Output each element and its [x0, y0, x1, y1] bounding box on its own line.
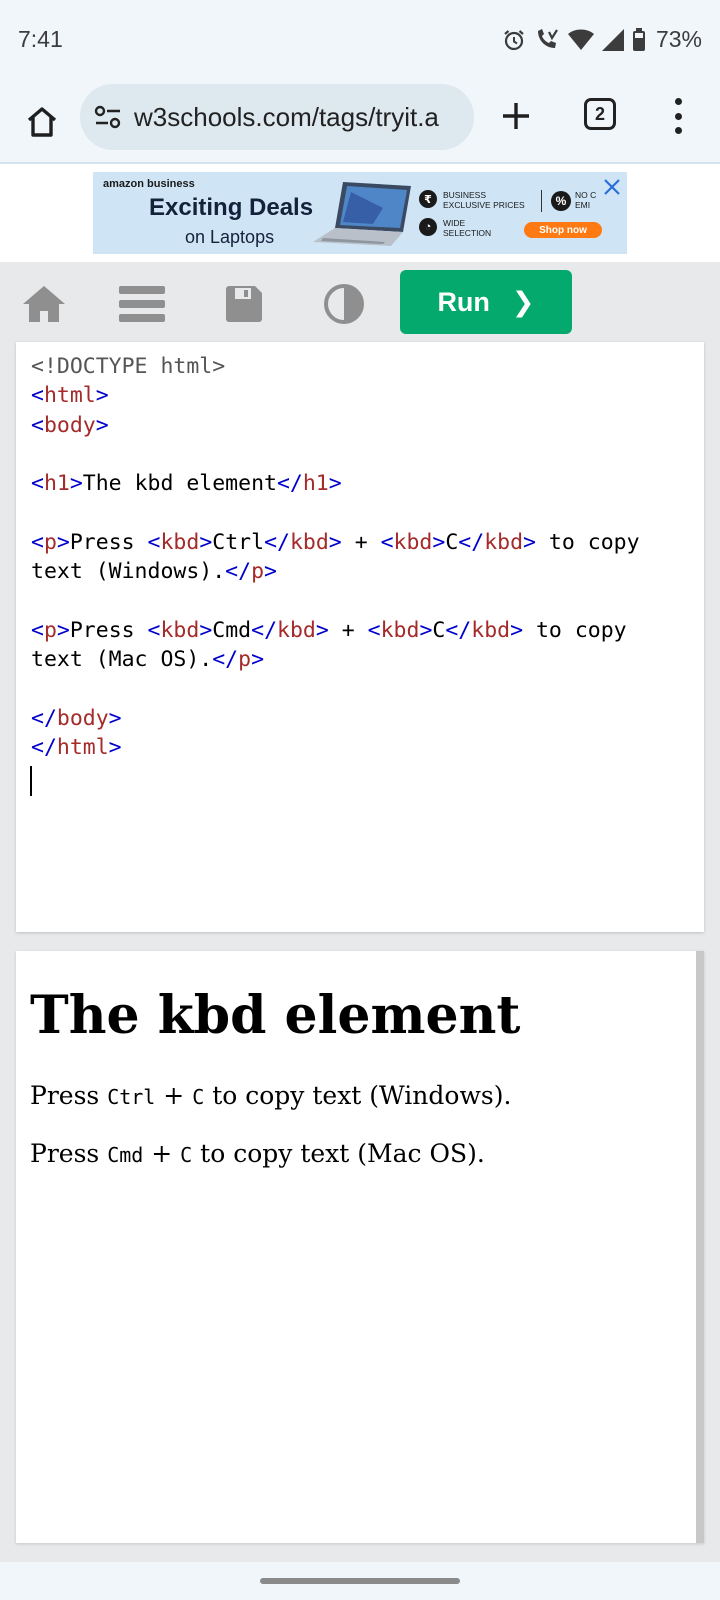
rupee-icon: ₹	[419, 190, 437, 208]
contrast-icon	[324, 284, 364, 324]
address-bar[interactable]: w3schools.com/tags/tryit.a	[80, 84, 474, 150]
ad-brand: amazon business	[103, 178, 195, 190]
kbd-c: C	[180, 1143, 193, 1167]
code-line[interactable]: <p>Press <kbd>Ctrl</kbd> + <kbd>C</kbd> …	[31, 528, 640, 557]
code-line[interactable]	[31, 586, 640, 615]
ad-feature-3-line2: EMI	[575, 200, 591, 210]
ad-close-button[interactable]	[601, 176, 623, 198]
code-line[interactable]: <p>Press <kbd>Cmd</kbd> + <kbd>C</kbd> t…	[31, 616, 640, 645]
browser-toolbar: w3schools.com/tags/tryit.a 2	[0, 84, 720, 164]
chevron-right-icon: ❯	[511, 286, 535, 317]
kbd-c: C	[192, 1085, 205, 1109]
result-text: +	[143, 1139, 181, 1168]
wifi-calling-icon	[534, 28, 560, 52]
close-icon	[604, 179, 620, 195]
alarm-icon	[502, 28, 526, 52]
home-icon	[27, 107, 57, 137]
ad-subtitle: on Laptops	[185, 227, 275, 247]
run-label: Run	[437, 286, 490, 317]
ad-shop-now-button[interactable]: Shop now	[524, 222, 602, 238]
code-line[interactable]: <!DOCTYPE html>	[31, 352, 640, 381]
result-frame: The kbd element Press Ctrl + C to copy t…	[16, 951, 704, 1543]
ad-feature-2-line2: SELECTION	[443, 228, 492, 238]
result-text: to copy text (Mac OS).	[192, 1139, 485, 1168]
run-button[interactable]: Run ❯	[400, 270, 572, 334]
status-icons: 73%	[502, 26, 702, 53]
code-line[interactable]: <h1>The kbd element</h1>	[31, 469, 640, 498]
browser-home-button[interactable]	[20, 100, 64, 144]
battery-percent: 73%	[655, 26, 702, 52]
percent-icon: %	[551, 191, 571, 211]
ad-feature-2: WIDE SELECTION	[443, 218, 491, 238]
code-line[interactable]: </html>	[31, 733, 640, 762]
code-line[interactable]	[31, 498, 640, 527]
house-icon	[23, 286, 65, 322]
ad-feature-3: NO C EMI	[575, 190, 596, 210]
browser-menu-button[interactable]	[666, 96, 690, 136]
home-gesture-handle[interactable]	[260, 1578, 460, 1584]
floppy-disk-icon	[226, 286, 262, 322]
hamburger-icon	[119, 286, 165, 322]
save-button[interactable]	[218, 278, 270, 330]
site-settings-icon[interactable]	[94, 105, 122, 129]
theme-toggle-button[interactable]	[318, 278, 370, 330]
code-text[interactable]: <!DOCTYPE html> <html> <body> <h1>The kbd …	[31, 352, 640, 762]
home-button[interactable]	[18, 278, 70, 330]
signal-icon	[601, 28, 624, 51]
result-text: Press	[30, 1081, 108, 1110]
result-paragraph-windows: Press Ctrl + C to copy text (Windows).	[30, 1081, 511, 1110]
code-line[interactable]	[31, 674, 640, 703]
gesture-nav-bar	[0, 1562, 720, 1600]
result-text: +	[155, 1081, 193, 1110]
status-bar: 7:41 73%	[0, 0, 720, 84]
code-line[interactable]	[31, 440, 640, 469]
kbd-cmd: Cmd	[107, 1143, 144, 1167]
result-paragraph-mac: Press Cmd + C to copy text (Mac OS).	[30, 1139, 485, 1168]
battery-icon	[632, 27, 646, 52]
ad-title: Exciting Deals	[149, 194, 314, 221]
selection-icon: ◔	[419, 218, 437, 236]
ad-banner[interactable]: amazon business Exciting Deals on Laptop…	[93, 172, 627, 254]
status-time: 7:41	[18, 26, 63, 52]
new-tab-button[interactable]	[496, 96, 536, 136]
menu-dot	[674, 112, 682, 120]
code-line[interactable]: <html>	[31, 381, 640, 410]
menu-dot	[674, 98, 682, 105]
plus-icon	[503, 103, 529, 129]
result-text: to copy text (Windows).	[204, 1081, 512, 1110]
result-text: Press	[30, 1139, 108, 1168]
kbd-ctrl: Ctrl	[107, 1085, 156, 1109]
result-heading: The kbd element	[30, 985, 521, 1046]
code-line[interactable]: </body>	[31, 704, 640, 733]
ad-divider	[541, 190, 542, 212]
ad-feature-1-line2: EXCLUSIVE PRICES	[443, 200, 525, 210]
ad-container: amazon business Exciting Deals on Laptop…	[0, 164, 720, 262]
ad-feature-3-line1: NO C	[575, 190, 597, 200]
tab-switcher-button[interactable]: 2	[584, 98, 616, 130]
menu-dot	[674, 127, 682, 134]
code-line[interactable]: <body>	[31, 411, 640, 440]
ad-feature-1-line1: BUSINESS	[443, 190, 486, 200]
url-text[interactable]: w3schools.com/tags/tryit.a	[134, 102, 439, 133]
menu-button[interactable]	[116, 278, 168, 330]
code-editor[interactable]: <!DOCTYPE html> <html> <body> <h1>The kbd …	[16, 342, 704, 932]
ad-feature-1: BUSINESS EXCLUSIVE PRICES	[443, 190, 525, 210]
code-line[interactable]: text (Windows).</p>	[31, 557, 640, 586]
laptop-image	[313, 182, 411, 246]
ad-feature-2-line1: WIDE	[443, 218, 466, 228]
wifi-icon	[567, 29, 594, 51]
code-line[interactable]: text (Mac OS).</p>	[31, 645, 640, 674]
text-cursor	[30, 766, 32, 796]
